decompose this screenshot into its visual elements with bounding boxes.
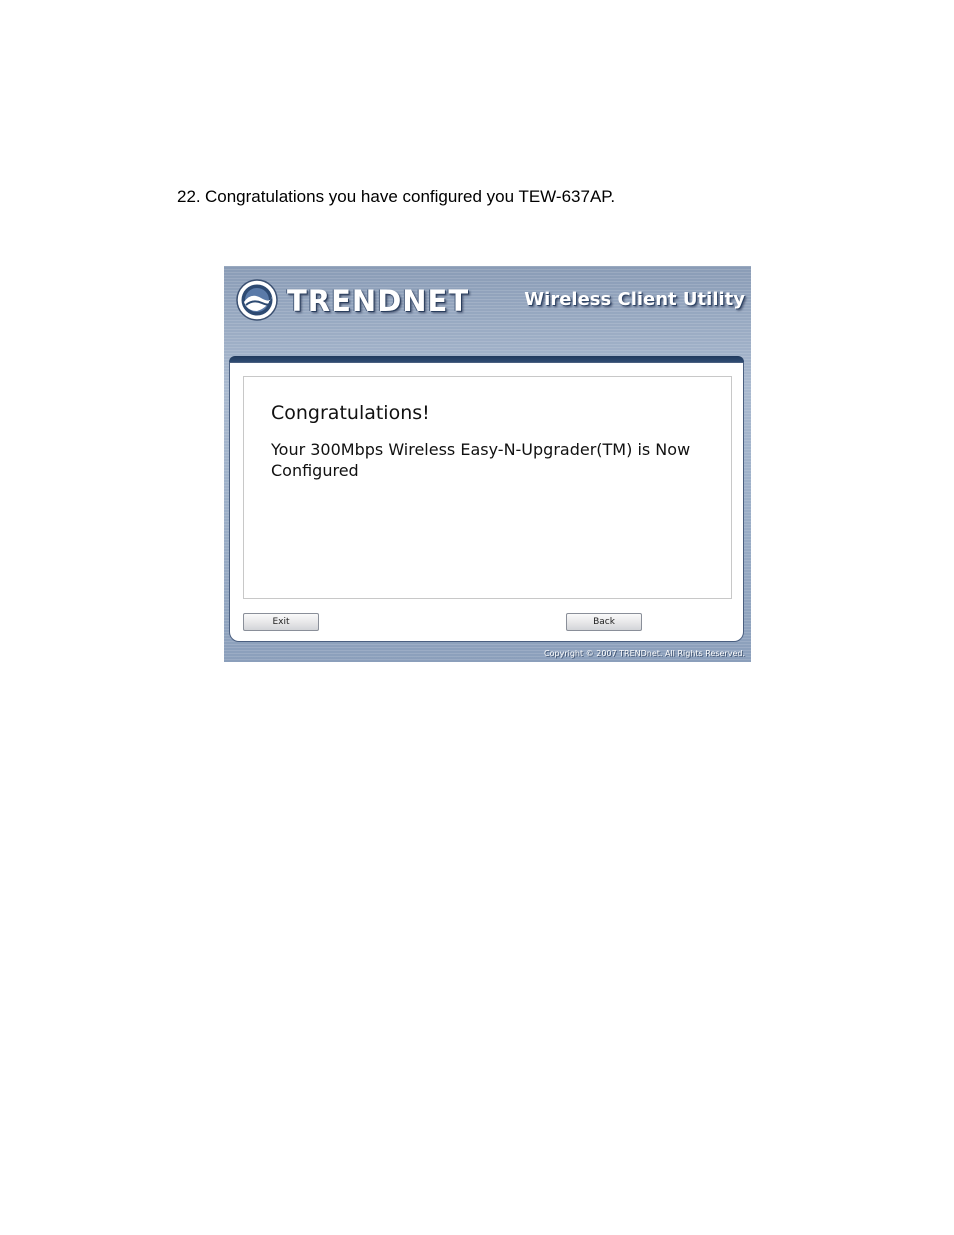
back-button[interactable]: Back (566, 613, 642, 631)
brand-logo-text: TRENDNET (287, 284, 470, 318)
trendnet-logo-icon (236, 279, 278, 321)
main-panel: Congratulations! Your 300Mbps Wireless E… (229, 362, 744, 642)
window-title: Wireless Client Utility (524, 289, 745, 310)
exit-button[interactable]: Exit (243, 613, 319, 631)
step-text: Congratulations you have configured you … (205, 187, 616, 206)
step-instruction: 22. Congratulations you have configured y… (177, 187, 615, 207)
window-header: TRENDNET Wireless Client Utility (224, 266, 751, 356)
step-number: 22. (177, 187, 201, 206)
wireless-client-utility-window: TRENDNET Wireless Client Utility Congrat… (224, 266, 751, 662)
copyright-notice: Copyright © 2007 TRENDnet. All Rights Re… (544, 649, 745, 658)
configured-message: Your 300Mbps Wireless Easy-N-Upgrader(TM… (271, 440, 691, 480)
congratulations-heading: Congratulations! (271, 402, 430, 424)
message-box: Congratulations! Your 300Mbps Wireless E… (243, 376, 732, 599)
